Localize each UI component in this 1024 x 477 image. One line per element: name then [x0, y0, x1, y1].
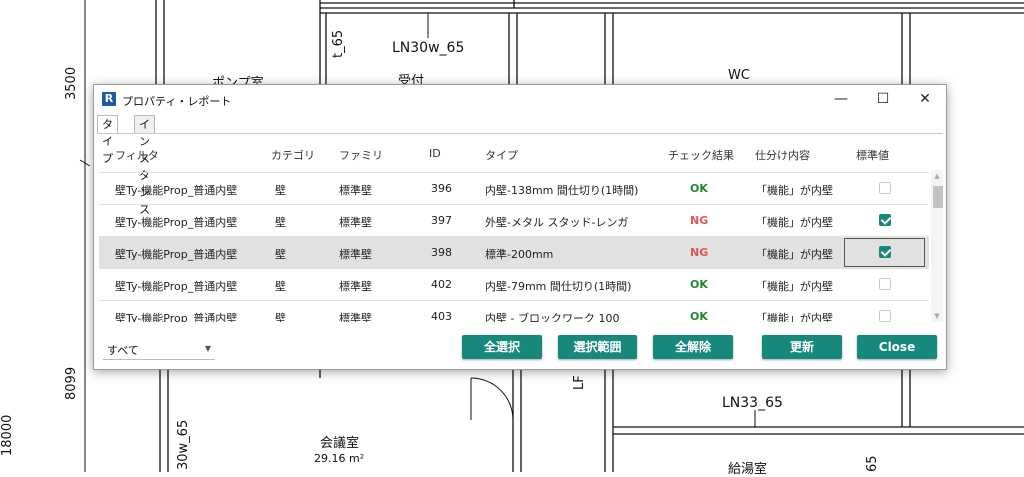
dialog-title: プロパティ・レポート: [122, 95, 232, 108]
dimension-65: 65: [865, 455, 880, 472]
scrollbar-thumb[interactable]: [933, 186, 943, 208]
col-header-result[interactable]: チェック結果: [668, 147, 734, 163]
table-scrollbar[interactable]: ▲ ▼: [931, 170, 943, 322]
cell-classification: 「機能」が内壁: [756, 184, 833, 197]
tab-type[interactable]: タイプ: [97, 115, 118, 165]
cell-filter: 壁Ty-機能Prop_普通内壁: [115, 216, 238, 229]
cell-type: 内壁-79mm 間仕切り(1時間): [485, 280, 632, 293]
dimension-18000: 18000: [0, 414, 15, 456]
close-button[interactable]: Close: [857, 335, 937, 359]
standard-value-checkbox[interactable]: [879, 214, 891, 226]
cell-filter: 壁Ty-機能Prop_普通内壁: [115, 312, 238, 322]
tab-panel: フィルタ カテゴリ ファミリ ID タイプ チェック結果 仕分け内容 標準値 壁…: [97, 133, 943, 367]
cell-type: 内壁 - ブロックワーク 100: [485, 312, 620, 322]
col-header-family[interactable]: ファミリ: [339, 147, 383, 163]
cell-focus-outline: [844, 238, 925, 267]
wall-tag-lf: LF: [572, 375, 587, 390]
wall-tag-30w65: 30w_65: [176, 419, 191, 470]
cell-filter: 壁Ty-機能Prop_普通内壁: [115, 248, 238, 261]
cell-classification: 「機能」が内壁: [756, 280, 833, 293]
maximize-button[interactable]: ☐: [862, 85, 904, 113]
tab-instance[interactable]: インスタンス: [134, 115, 155, 216]
cell-family: 標準壁: [339, 312, 372, 322]
cell-family: 標準壁: [339, 184, 372, 197]
cell-result: OK: [690, 182, 708, 195]
cell-classification: 「機能」が内壁: [756, 248, 833, 261]
col-header-filter[interactable]: フィルタ: [115, 147, 159, 163]
select-range-button[interactable]: 選択範囲: [558, 335, 637, 359]
wall-tag-ln33: LN33_65: [722, 395, 783, 411]
cell-family: 標準壁: [339, 280, 372, 293]
filter-dropdown-value: すべて: [107, 344, 139, 357]
room-area-meeting: 29.16 m²: [314, 452, 365, 465]
col-header-id[interactable]: ID: [429, 147, 441, 160]
filter-dropdown[interactable]: すべて ▼: [103, 338, 215, 360]
wall-tag-t65: t_65: [331, 29, 346, 58]
cell-type: 標準-200mm: [485, 248, 554, 261]
dimension-3500: 3500: [64, 66, 79, 100]
scroll-down-arrow-icon[interactable]: ▼: [931, 312, 943, 320]
standard-value-checkbox[interactable]: [879, 182, 891, 194]
table-row[interactable]: 壁Ty-機能Prop_普通内壁 壁 標準壁 397 外壁-メタル スタッド-レンガ NG 「…: [99, 204, 929, 237]
deselect-all-button[interactable]: 全解除: [653, 335, 733, 359]
room-label-meeting: 会議室: [320, 436, 360, 451]
results-table: フィルタ カテゴリ ファミリ ID タイプ チェック結果 仕分け内容 標準値 壁…: [99, 136, 929, 322]
cell-filter: 壁Ty-機能Prop_普通内壁: [115, 280, 238, 293]
chevron-down-icon: ▼: [204, 344, 211, 353]
cell-category: 壁: [275, 248, 286, 261]
cell-id: 397: [431, 214, 452, 227]
standard-value-checkbox[interactable]: [879, 310, 891, 322]
cell-filter: 壁Ty-機能Prop_普通内壁: [115, 184, 238, 197]
cell-category: 壁: [275, 216, 286, 229]
room-label-wc: WC: [728, 68, 750, 83]
cell-classification: 「機能」が内壁: [756, 216, 833, 229]
col-header-classification[interactable]: 仕分け内容: [755, 147, 810, 163]
table-row[interactable]: 壁Ty-機能Prop_普通内壁 壁 標準壁 402 内壁-79mm 間仕切り(1時間) O…: [99, 268, 929, 301]
cell-result: NG: [690, 214, 709, 227]
table-header: フィルタ カテゴリ ファミリ ID タイプ チェック結果 仕分け内容 標準値: [99, 136, 929, 172]
revit-app-icon: R: [102, 92, 116, 106]
cell-result: OK: [690, 310, 708, 322]
property-report-dialog: R プロパティ・レポート — ☐ ✕ タイプ インスタンス フィルタ カテゴリ …: [93, 84, 947, 370]
cell-result: OK: [690, 278, 708, 291]
table-row[interactable]: 壁Ty-機能Prop_普通内壁 壁 標準壁 398 標準-200mm NG 「機能」が内壁: [99, 236, 929, 269]
dimension-8099: 8099: [64, 366, 79, 400]
cell-category: 壁: [275, 184, 286, 197]
close-window-button[interactable]: ✕: [904, 85, 946, 113]
cell-category: 壁: [275, 280, 286, 293]
cell-result: NG: [690, 246, 709, 259]
cell-id: 403: [431, 310, 452, 322]
update-button[interactable]: 更新: [762, 335, 842, 359]
dropdown-underline: [103, 359, 215, 360]
table-row[interactable]: 壁Ty-機能Prop_普通内壁 壁 標準壁 396 内壁-138mm 間仕切り(1時間)…: [99, 172, 929, 205]
cell-category: 壁: [275, 312, 286, 322]
cell-type: 内壁-138mm 間仕切り(1時間): [485, 184, 639, 197]
cell-type: 外壁-メタル スタッド-レンガ: [485, 216, 629, 229]
scroll-up-arrow-icon[interactable]: ▲: [931, 172, 943, 180]
wall-tag-ln30w-top: LN30w_65: [392, 40, 465, 56]
col-header-standard[interactable]: 標準値: [856, 147, 889, 163]
minimize-button[interactable]: —: [820, 85, 862, 113]
dialog-titlebar[interactable]: R プロパティ・レポート — ☐ ✕: [94, 85, 946, 113]
cell-family: 標準壁: [339, 216, 372, 229]
room-label-kyuto: 給湯室: [728, 462, 768, 477]
col-header-category[interactable]: カテゴリ: [271, 147, 315, 163]
cell-classification: 「機能」が内壁: [756, 312, 833, 322]
select-all-button[interactable]: 全選択: [462, 335, 542, 359]
table-row[interactable]: 壁Ty-機能Prop_普通内壁 壁 標準壁 403 内壁 - ブロックワーク 100 OK…: [99, 300, 929, 322]
cell-id: 396: [431, 182, 452, 195]
cell-id: 398: [431, 246, 452, 259]
standard-value-checkbox[interactable]: [879, 278, 891, 290]
cell-family: 標準壁: [339, 248, 372, 261]
col-header-type[interactable]: タイプ: [485, 147, 518, 163]
cell-id: 402: [431, 278, 452, 291]
